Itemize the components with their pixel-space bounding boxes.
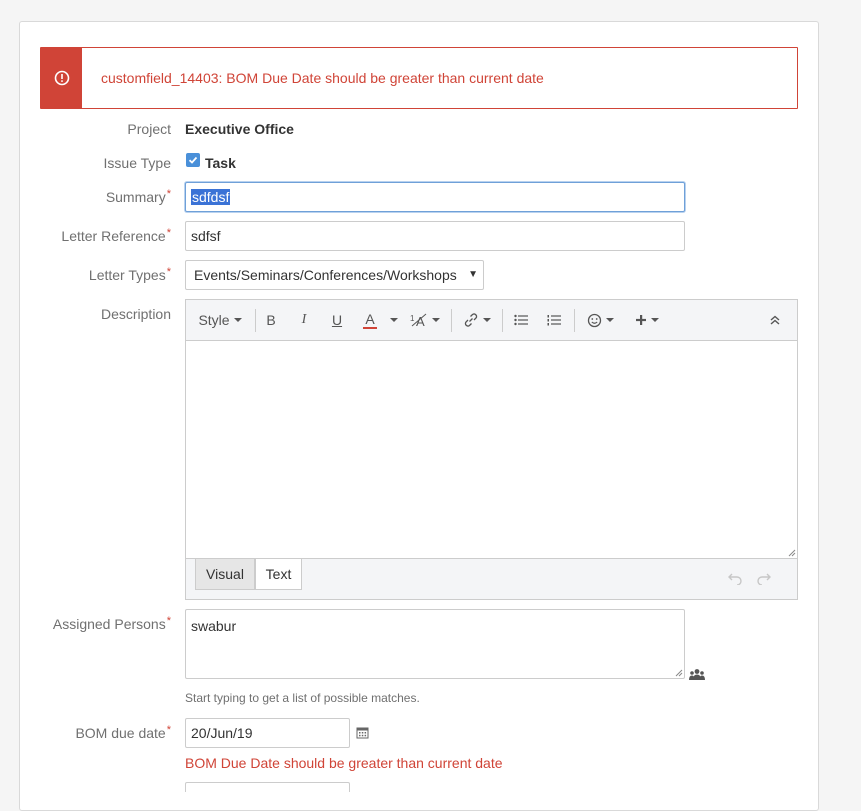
bom-due-date-input[interactable]: 20/Jun/19	[185, 718, 350, 748]
next-field-input[interactable]	[185, 782, 350, 792]
project-value: Executive Office	[185, 121, 294, 137]
svg-text:1: 1	[410, 314, 415, 323]
bullet-list-button[interactable]	[512, 310, 530, 330]
description-editor: Style B I U A 1A Visual Text	[185, 299, 798, 600]
user-picker-icon[interactable]	[689, 668, 705, 681]
tab-visual[interactable]: Visual	[195, 559, 255, 590]
error-banner: customfield_14403: BOM Due Date should b…	[40, 47, 798, 109]
undo-icon[interactable]	[727, 571, 743, 585]
italic-button[interactable]: I	[295, 310, 313, 330]
assigned-persons-input[interactable]: swabur	[185, 609, 685, 679]
bold-button[interactable]: B	[262, 310, 280, 330]
text-color-dropdown-icon[interactable]	[389, 310, 399, 330]
link-icon	[464, 313, 478, 327]
description-label: Description	[100, 306, 171, 322]
letter-types-value: Events/Seminars/Conferences/Workshops	[194, 267, 457, 283]
error-icon-box	[41, 48, 82, 108]
insert-more-dropdown[interactable]	[631, 310, 663, 330]
resize-handle-icon[interactable]	[788, 549, 796, 557]
toolbar-divider	[255, 309, 256, 332]
toolbar-divider	[574, 309, 575, 332]
emoticon-icon	[587, 313, 601, 327]
calendar-icon[interactable]	[356, 726, 369, 739]
style-dropdown[interactable]: Style	[194, 310, 246, 330]
bom-due-date-error: BOM Due Date should be greater than curr…	[185, 755, 503, 771]
chevron-double-up-icon	[770, 315, 780, 325]
toolbar-divider	[451, 309, 452, 332]
select-arrow-icon: ▼	[468, 269, 478, 280]
issue-type-label: Issue Type	[103, 155, 171, 171]
letter-reference-input[interactable]: sdfsf	[185, 221, 685, 251]
assigned-persons-hint: Start typing to get a list of possible m…	[185, 691, 420, 705]
task-checkbox-icon	[186, 153, 200, 167]
bom-due-date-value: 20/Jun/19	[191, 725, 253, 741]
project-label: Project	[127, 121, 171, 137]
letter-types-label: Letter Types*	[88, 266, 171, 283]
text-size-icon: 1A	[410, 313, 427, 327]
letter-reference-value: sdfsf	[191, 228, 221, 244]
description-textarea[interactable]	[186, 341, 797, 558]
numbered-list-button[interactable]	[545, 310, 563, 330]
issue-type-value: Task	[205, 155, 236, 171]
editor-footer: Visual Text	[186, 558, 797, 599]
tab-text[interactable]: Text	[255, 559, 302, 590]
bom-due-date-label: BOM due date*	[75, 724, 171, 741]
assigned-persons-label: Assigned Persons*	[52, 615, 171, 632]
assigned-persons-value: swabur	[191, 618, 237, 634]
error-message: customfield_14403: BOM Due Date should b…	[101, 70, 544, 86]
text-size-dropdown[interactable]: 1A	[408, 310, 442, 330]
letter-reference-label: Letter Reference*	[61, 227, 171, 244]
text-color-button[interactable]: A	[361, 310, 379, 330]
plus-icon	[636, 315, 646, 325]
emoticon-dropdown[interactable]	[584, 310, 616, 330]
editor-toolbar: Style B I U A 1A	[186, 300, 797, 341]
letter-types-select[interactable]: Events/Seminars/Conferences/Workshops ▼	[185, 260, 484, 290]
underline-button[interactable]: U	[328, 310, 346, 330]
collapse-toolbar-button[interactable]	[766, 310, 784, 330]
link-dropdown[interactable]	[459, 310, 495, 330]
summary-input-value: sdfdsf	[191, 189, 231, 205]
resize-handle-icon[interactable]	[675, 669, 683, 677]
bullet-list-icon	[514, 314, 528, 326]
summary-input[interactable]: sdfdsf	[185, 182, 685, 212]
summary-label: Summary*	[105, 188, 171, 205]
redo-icon[interactable]	[756, 571, 772, 585]
error-circle-icon	[54, 70, 69, 86]
numbered-list-icon	[547, 315, 561, 326]
toolbar-divider	[502, 309, 503, 332]
